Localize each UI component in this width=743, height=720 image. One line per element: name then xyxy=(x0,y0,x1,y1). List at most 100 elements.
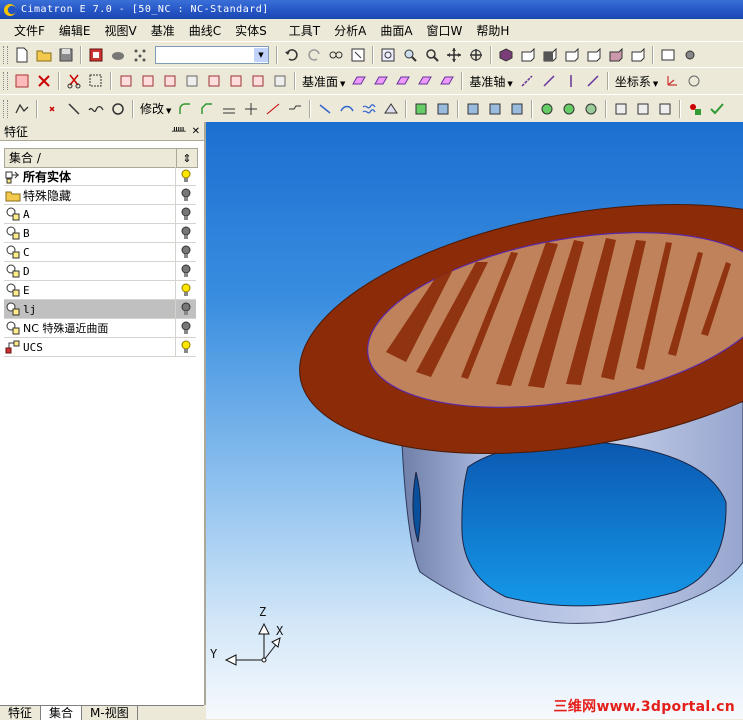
fillet-curve-button[interactable] xyxy=(174,98,196,120)
plane-4-button[interactable] xyxy=(414,70,436,92)
zoom-button[interactable] xyxy=(421,44,443,66)
menu-edit[interactable]: 编辑E xyxy=(52,22,98,39)
modify-menu[interactable]: 修改 ▼ xyxy=(137,100,174,117)
list-item-lj[interactable]: lj xyxy=(4,300,196,319)
sketcher-button[interactable] xyxy=(11,98,33,120)
select-filter-button[interactable] xyxy=(11,70,33,92)
view-right-button[interactable] xyxy=(627,44,649,66)
view-iso-button[interactable] xyxy=(495,44,517,66)
divide-curve-button[interactable] xyxy=(262,98,284,120)
list-item-d[interactable]: D xyxy=(4,262,196,281)
tool-2-6-button[interactable] xyxy=(225,70,247,92)
menu-file[interactable]: 文件F xyxy=(0,22,52,39)
zoom-window-button[interactable] xyxy=(399,44,421,66)
tool-2-5-button[interactable] xyxy=(203,70,225,92)
chamfer-curve-button[interactable] xyxy=(196,98,218,120)
lightbulb-off-icon[interactable] xyxy=(181,321,191,335)
pin-icon[interactable]: ᚊ xyxy=(172,126,186,137)
curve-tool-2-button[interactable] xyxy=(336,98,358,120)
list-item-b[interactable]: B xyxy=(4,224,196,243)
lightbulb-off-icon[interactable] xyxy=(181,245,191,259)
spline-button[interactable] xyxy=(85,98,107,120)
plane-2-button[interactable] xyxy=(370,70,392,92)
lightbulb-on-icon[interactable] xyxy=(181,340,191,354)
window-layout-button[interactable] xyxy=(657,44,679,66)
front-opening[interactable] xyxy=(461,441,727,607)
graphics-viewport[interactable]: Z X Y 三维网www.3dportal.cn xyxy=(206,122,743,719)
solid-tool-9-button[interactable] xyxy=(610,98,632,120)
tab-features[interactable]: 特征 xyxy=(0,706,42,720)
tool-2-4-button[interactable] xyxy=(181,70,203,92)
view-left-button[interactable] xyxy=(605,44,627,66)
circle-button[interactable] xyxy=(107,98,129,120)
menu-datum[interactable]: 基准 xyxy=(144,22,182,39)
curve-tool-1-button[interactable] xyxy=(314,98,336,120)
axis-1-button[interactable] xyxy=(516,70,538,92)
lightbulb-on-icon[interactable] xyxy=(181,169,191,183)
solid-tool-4-button[interactable] xyxy=(484,98,506,120)
list-item-special-hidden[interactable]: 特殊隐藏 xyxy=(4,186,196,205)
rotate-button[interactable] xyxy=(465,44,487,66)
check-button[interactable] xyxy=(706,98,728,120)
list-item-ucs[interactable]: UCS xyxy=(4,338,196,357)
lightbulb-off-icon[interactable] xyxy=(181,226,191,240)
axis-4-button[interactable] xyxy=(582,70,604,92)
menu-curve[interactable]: 曲线C xyxy=(182,22,228,39)
view-front-button[interactable] xyxy=(517,44,539,66)
menu-help[interactable]: 帮助H xyxy=(469,22,516,39)
save-button[interactable] xyxy=(55,44,77,66)
solid-tool-3-button[interactable] xyxy=(462,98,484,120)
solid-tool-1-button[interactable] xyxy=(410,98,432,120)
open-file-button[interactable] xyxy=(33,44,55,66)
point-button[interactable] xyxy=(41,98,63,120)
list-item-e[interactable]: E xyxy=(4,281,196,300)
plane-1-button[interactable] xyxy=(348,70,370,92)
lightbulb-off-icon[interactable] xyxy=(181,188,191,202)
close-icon[interactable]: ✕ xyxy=(192,126,200,137)
solid-tool-10-button[interactable] xyxy=(632,98,654,120)
list-item-c[interactable]: C xyxy=(4,243,196,262)
menu-solid[interactable]: 实体S xyxy=(228,22,274,39)
view-bottom-button[interactable] xyxy=(583,44,605,66)
tab-m-view[interactable]: M-视图 xyxy=(82,706,138,720)
lightbulb-on-icon[interactable] xyxy=(181,283,191,297)
lightbulb-off-icon[interactable] xyxy=(181,264,191,278)
undo-button[interactable] xyxy=(281,44,303,66)
view-back-button[interactable] xyxy=(539,44,561,66)
solid-tool-2-button[interactable] xyxy=(432,98,454,120)
toolbar-grip[interactable] xyxy=(3,72,8,90)
new-file-button[interactable] xyxy=(11,44,33,66)
connect-curve-button[interactable] xyxy=(284,98,306,120)
line-button[interactable] xyxy=(63,98,85,120)
solid-tool-8-button[interactable] xyxy=(580,98,602,120)
menu-tools[interactable]: 工具T xyxy=(282,22,327,39)
plane-3-button[interactable] xyxy=(392,70,414,92)
menu-view[interactable]: 视图V xyxy=(98,22,144,39)
list-item-a[interactable]: A xyxy=(4,205,196,224)
dots-pattern-button[interactable] xyxy=(129,44,151,66)
solid-tool-7-button[interactable] xyxy=(558,98,580,120)
layer-combo[interactable]: ▼ xyxy=(155,46,269,64)
delete-button[interactable] xyxy=(33,70,55,92)
pan-button[interactable] xyxy=(443,44,465,66)
cut-button[interactable] xyxy=(63,70,85,92)
tool-2-1-button[interactable] xyxy=(115,70,137,92)
cloud-shape-button[interactable] xyxy=(107,44,129,66)
tool-2-3-button[interactable] xyxy=(159,70,181,92)
solid-tool-5-button[interactable] xyxy=(506,98,528,120)
menu-window[interactable]: 窗口W xyxy=(420,22,470,39)
column-header-set[interactable]: 集合 / xyxy=(5,149,177,167)
toolbar-grip[interactable] xyxy=(3,46,8,64)
plane-5-button[interactable] xyxy=(436,70,458,92)
menu-surface[interactable]: 曲面A xyxy=(373,22,419,39)
curve-tool-4-button[interactable] xyxy=(380,98,402,120)
tool-2-8-button[interactable] xyxy=(269,70,291,92)
lightbulb-off-icon[interactable] xyxy=(181,302,191,316)
pick-button[interactable] xyxy=(347,44,369,66)
list-item-all-entities[interactable]: 所有实体 xyxy=(4,167,196,186)
menu-analysis[interactable]: 分析A xyxy=(327,22,373,39)
axis-3-button[interactable] xyxy=(560,70,582,92)
axis-2-button[interactable] xyxy=(538,70,560,92)
feature-guide-button[interactable] xyxy=(85,44,107,66)
datum-plane-menu[interactable]: 基准面 ▼ xyxy=(299,73,348,90)
